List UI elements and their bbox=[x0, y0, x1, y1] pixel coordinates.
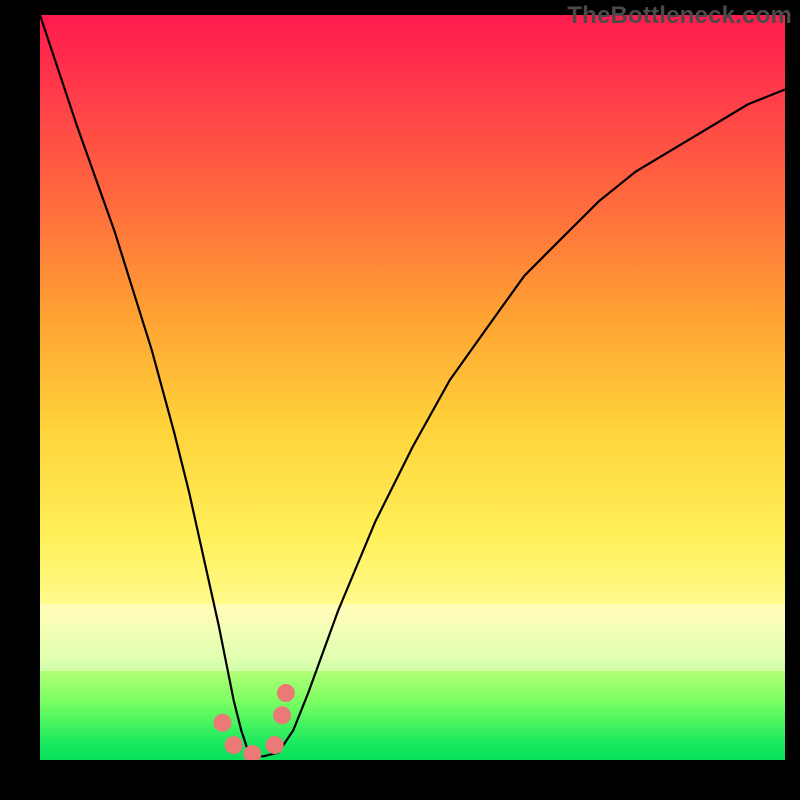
curve-marker bbox=[266, 736, 284, 754]
watermark-label: TheBottleneck.com bbox=[567, 2, 792, 30]
marker-group bbox=[214, 684, 295, 760]
chart-plot-area bbox=[40, 15, 785, 760]
chart-svg bbox=[40, 15, 785, 760]
curve-marker bbox=[214, 714, 232, 732]
curve-marker bbox=[273, 706, 291, 724]
bottleneck-curve bbox=[40, 15, 785, 756]
curve-marker bbox=[277, 684, 295, 702]
curve-marker bbox=[225, 736, 243, 754]
